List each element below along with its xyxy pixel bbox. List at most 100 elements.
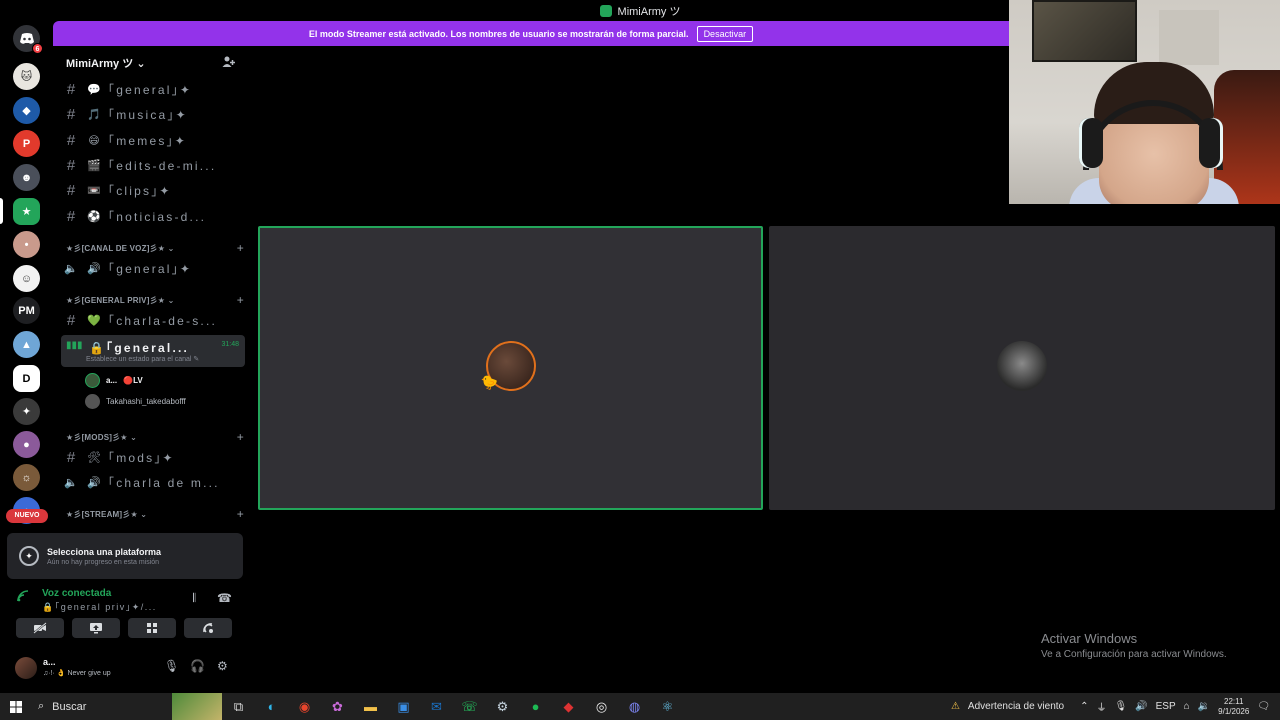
server-icon-pink[interactable]: •	[13, 231, 40, 258]
chrome-icon[interactable]: ◉	[288, 693, 321, 720]
app-icon-red[interactable]: ◆	[552, 693, 585, 720]
server-icon-cat[interactable]: 🐱	[13, 63, 40, 90]
live-tag: 🔴LV	[123, 375, 143, 385]
participant-tile-speaking[interactable]: 🐤	[258, 226, 763, 510]
voice-activity-icon: ▮▮▮	[66, 340, 83, 351]
participant-tile[interactable]	[769, 226, 1275, 510]
server-icon-purple[interactable]: ●	[13, 431, 40, 458]
server-icon-dark[interactable]: ✦	[13, 398, 40, 425]
server-icon-d[interactable]: D	[13, 365, 40, 392]
notifications-icon[interactable]: 🗨	[1257, 701, 1270, 712]
widgets-thumbnail[interactable]	[172, 693, 222, 720]
hash-icon: #	[66, 156, 76, 174]
channel-noticias[interactable]: # ⚽ ｢noticias-d...	[61, 205, 245, 227]
clock[interactable]: 22:11 9/1/2026	[1218, 697, 1249, 717]
steam-icon[interactable]: ⚙	[486, 693, 519, 720]
channel-musica[interactable]: # 🎵 ｢musica｣✦	[61, 103, 245, 125]
disable-streamer-button[interactable]: Desactivar	[696, 25, 754, 42]
store-icon[interactable]: ▣	[387, 693, 420, 720]
camera-off-button[interactable]	[16, 618, 64, 638]
server-icon-white[interactable]: ☺	[13, 265, 40, 292]
category-stream[interactable]: ★彡[STREAM]彡★ ⌄ +	[66, 507, 246, 521]
server-icon-pm[interactable]: PM	[13, 297, 40, 324]
speaker-tray-icon[interactable]: 🔉	[1198, 701, 1210, 712]
hash-icon: #	[66, 311, 76, 329]
avatar-decoration: 🐤	[480, 374, 498, 390]
channel-label: ｢charla de m...	[108, 475, 220, 490]
channel-memes[interactable]: # 😄 ｢memes｣✦	[61, 129, 245, 151]
activities-button[interactable]	[128, 618, 176, 638]
channel-mods[interactable]: # 🛠 ｢mods｣✦	[61, 446, 245, 468]
quest-card[interactable]: ✦ Selecciona una plataforma Aún no hay p…	[7, 533, 243, 579]
mic-tray-icon[interactable]: 🎙	[1114, 701, 1127, 712]
voice-connected-label[interactable]: Voz conectada	[42, 588, 111, 599]
add-channel-icon[interactable]: +	[237, 241, 244, 255]
activate-windows-watermark: Activar Windows Ve a Configuración para …	[1041, 631, 1227, 660]
server-icon-blue[interactable]: ◆	[13, 97, 40, 124]
category-label: ★彡[CANAL DE VOZ]彡★	[66, 243, 166, 253]
share-screen-button[interactable]	[72, 618, 120, 638]
headphones-icon[interactable]: 🎧	[190, 659, 205, 673]
network-icon[interactable]: ⌂	[1184, 701, 1190, 712]
whatsapp-icon[interactable]: ☏	[453, 693, 486, 720]
user-name[interactable]: a...	[43, 657, 56, 667]
file-explorer-icon[interactable]: ▬	[354, 693, 387, 720]
channel-edits[interactable]: # 🎬 ｢edits-de-mi...	[61, 154, 245, 176]
signal-icon[interactable]	[17, 590, 29, 605]
channel-general[interactable]: # 💬 ｢general｣✦	[61, 78, 245, 100]
channel-clips[interactable]: # 📼 ｢clips｣✦	[61, 179, 245, 201]
voice-user-name: a...	[106, 375, 118, 385]
channel-emoji: 🔊	[87, 476, 101, 489]
category-general-priv[interactable]: ★彡[GENERAL PRIV]彡★ ⌄ +	[66, 293, 246, 307]
channel-emoji: 🔊	[87, 262, 101, 275]
voice-channel-general[interactable]: 🔈 🔊 ｢general｣✦	[61, 257, 245, 279]
voice-user-1[interactable]: a... 🔴LV	[85, 371, 143, 389]
obs-icon[interactable]: ◎	[585, 693, 618, 720]
user-avatar[interactable]	[15, 657, 37, 679]
active-voice-channel[interactable]: ▮▮▮ 🔒｢general... 31:48 Establece un esta…	[61, 335, 245, 367]
discord-app-icon	[599, 4, 612, 17]
server-icon-mimiarmy[interactable]: ★	[13, 198, 40, 225]
chevron-up-icon[interactable]: ⌃	[1080, 701, 1088, 712]
discord-taskbar-icon[interactable]: ◍	[618, 693, 651, 720]
server-icon-light-blue[interactable]: ▲	[13, 331, 40, 358]
windows-start-icon[interactable]	[0, 693, 32, 720]
microphone-icon[interactable]: 🎙	[164, 659, 179, 673]
taskbar-search[interactable]: ⌕ Buscar	[32, 693, 172, 720]
edge-icon[interactable]: ◐	[255, 693, 288, 720]
usb-icon[interactable]: ⏚	[1096, 699, 1106, 714]
new-badge: NUEVO	[6, 509, 48, 523]
keyboard-language[interactable]: ESP	[1156, 701, 1176, 712]
voice-user-2[interactable]: Takahashi_takedabofff	[85, 392, 186, 410]
weather-alert[interactable]: Advertencia de viento	[968, 701, 1064, 712]
warning-icon[interactable]: ⚠	[951, 701, 960, 712]
voice-channel-link[interactable]: 🔒｢general priv｣✦/...	[42, 600, 157, 613]
server-header[interactable]: MimiArmy ツ ⌄	[53, 46, 249, 79]
add-channel-icon[interactable]: +	[237, 430, 244, 444]
task-view-icon[interactable]: ⧉	[222, 693, 255, 720]
window-title: MimiArmy ツ	[617, 5, 681, 18]
voice-channel-charla-de-m[interactable]: 🔈 🔊 ｢charla de m...	[61, 471, 245, 493]
copilot-icon[interactable]: ✿	[321, 693, 354, 720]
gear-icon[interactable]: ⚙	[217, 659, 228, 673]
server-icon-brown[interactable]: ☼	[13, 464, 40, 491]
add-channel-icon[interactable]: +	[237, 507, 244, 521]
server-icon-avatar[interactable]: ☻	[13, 164, 40, 191]
soundboard-button[interactable]	[184, 618, 232, 638]
add-channel-icon[interactable]: +	[237, 293, 244, 307]
noise-suppression-icon[interactable]: 𝄃	[193, 591, 196, 606]
category-mods[interactable]: ★彡[MODS]彡★ ⌄ +	[66, 430, 246, 444]
category-label: ★彡[STREAM]彡★	[66, 509, 138, 519]
channel-status-hint[interactable]: Establece un estado para el canal ✎	[86, 355, 199, 363]
streamer-mode-banner: El modo Streamer está activado. Los nomb…	[53, 21, 1009, 46]
category-canal-de-voz[interactable]: ★彡[CANAL DE VOZ]彡★ ⌄ +	[66, 241, 246, 255]
volume-icon[interactable]: 🔊	[1135, 701, 1147, 712]
react-icon[interactable]: ⚛	[651, 693, 684, 720]
outlook-icon[interactable]: ✉	[420, 693, 453, 720]
channel-charla-de-s[interactable]: # 💚 ｢charla-de-s...	[61, 309, 245, 331]
direct-messages-icon[interactable]: 6	[13, 25, 43, 54]
server-icon-p[interactable]: P	[13, 130, 40, 157]
spotify-icon[interactable]: ●	[519, 693, 552, 720]
disconnect-icon[interactable]: ☎	[217, 591, 232, 605]
invite-user-icon[interactable]	[222, 55, 235, 71]
